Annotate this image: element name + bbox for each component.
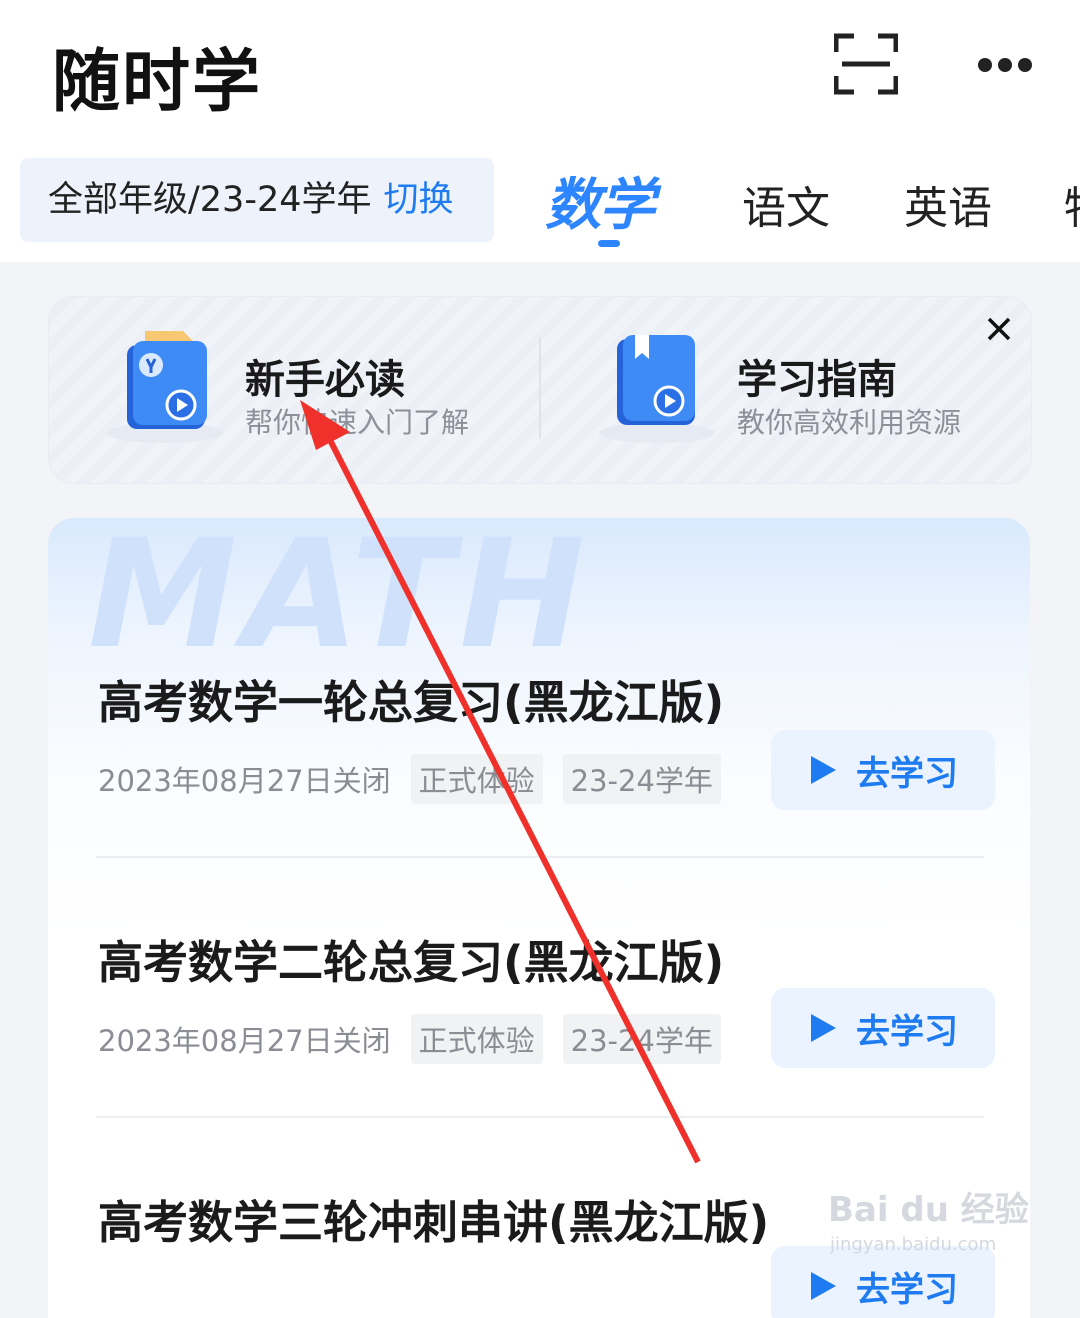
tab-chinese[interactable]: 语文	[742, 172, 830, 236]
math-watermark: MATH	[88, 518, 591, 682]
tag-year: 23-24学年	[562, 1014, 721, 1064]
row-divider	[96, 856, 984, 858]
play-icon	[811, 1272, 836, 1300]
scan-icon[interactable]	[834, 32, 898, 96]
study-button-label: 去学习	[856, 1011, 958, 1052]
study-button-label: 去学习	[856, 1269, 958, 1310]
tab-physics[interactable]: 物	[1064, 172, 1080, 236]
guide-subtitle: 教你高效利用资源	[737, 406, 962, 439]
tab-active-indicator	[598, 240, 620, 247]
baidu-watermark: Bai du 经验	[828, 1190, 1029, 1230]
course-title[interactable]: 高考数学二轮总复习(黑龙江版)	[98, 926, 724, 991]
baidu-watermark-url: jingyan.baidu.com	[830, 1234, 997, 1255]
folder-video-icon	[107, 331, 223, 443]
grade-selector[interactable]: 全部年级/23-24学年 切换	[20, 158, 494, 242]
course-meta: 2023年08月27日关闭 正式体验 23-24学年	[98, 754, 721, 804]
guide-item-beginner[interactable]: 新手必读 帮你快速入门了解	[49, 297, 539, 483]
top-bar: 随时学 全部年级/23-24学年切换 数学 语文 英语 物	[0, 0, 1080, 262]
tab-math[interactable]: 数学	[545, 160, 655, 241]
grade-label: 全部年级/23-24学年	[48, 180, 372, 220]
close-date: 2023年08月27日关闭	[98, 764, 391, 798]
course-title[interactable]: 高考数学三轮冲刺串讲(黑龙江版)	[98, 1186, 769, 1251]
tag-formal: 正式体验	[410, 754, 543, 804]
row-divider	[96, 1116, 984, 1118]
more-icon[interactable]	[976, 56, 1034, 74]
study-button[interactable]: 去学习	[771, 730, 995, 810]
close-icon[interactable]	[984, 314, 1014, 344]
guide-card: 新手必读 帮你快速入门了解 学习指南 教你高效利用资源	[48, 296, 1032, 484]
grade-switch-link[interactable]: 切换	[384, 180, 454, 220]
course-title[interactable]: 高考数学一轮总复习(黑龙江版)	[98, 666, 724, 731]
book-video-icon	[599, 335, 715, 443]
tag-year: 23-24学年	[562, 754, 721, 804]
play-icon	[811, 756, 836, 784]
tab-english[interactable]: 英语	[904, 172, 992, 236]
play-icon	[811, 1014, 836, 1042]
guide-title: 学习指南	[737, 357, 897, 403]
study-button[interactable]: 去学习	[771, 1246, 995, 1318]
study-button[interactable]: 去学习	[771, 988, 995, 1068]
guide-item-study-guide[interactable]: 学习指南 教你高效利用资源	[541, 297, 981, 483]
course-meta: 2023年08月27日关闭 正式体验 23-24学年	[98, 1014, 721, 1064]
study-button-label: 去学习	[856, 753, 958, 794]
app-title: 随时学	[52, 43, 263, 122]
close-date: 2023年08月27日关闭	[98, 1024, 391, 1058]
guide-subtitle: 帮你快速入门了解	[245, 406, 470, 439]
tag-formal: 正式体验	[410, 1014, 543, 1064]
guide-title: 新手必读	[245, 357, 405, 403]
